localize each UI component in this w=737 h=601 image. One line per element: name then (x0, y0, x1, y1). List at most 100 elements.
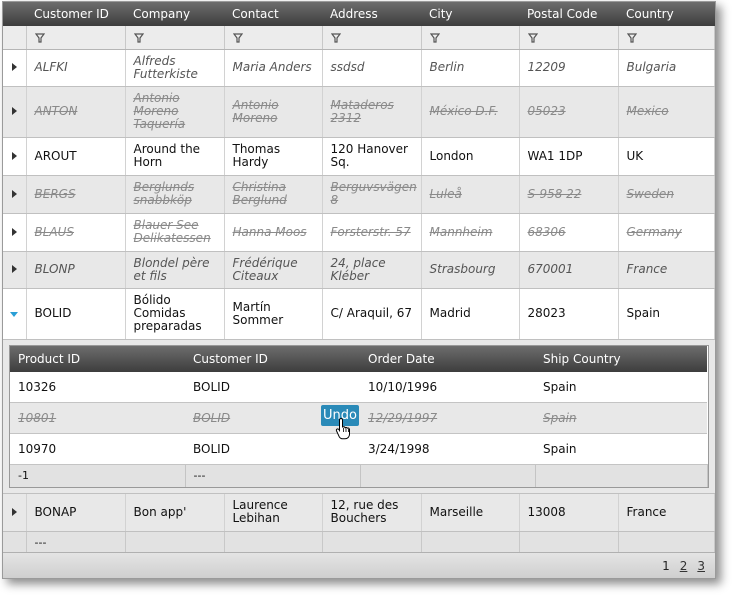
funnel-icon[interactable] (429, 33, 440, 43)
filter-postal-code[interactable] (519, 26, 619, 50)
filter-contact[interactable] (224, 26, 323, 50)
cell-postal-code[interactable]: S-958 22 (519, 175, 619, 214)
cell-city[interactable]: México D.F. (421, 86, 520, 138)
cell-address[interactable]: 120 Hanover Sq. (322, 137, 422, 176)
cell-company[interactable]: Alfreds Futterkiste (125, 49, 225, 87)
funnel-icon[interactable] (232, 33, 243, 43)
header-postal-code[interactable]: Postal Code (519, 2, 618, 26)
funnel-icon[interactable] (527, 33, 538, 43)
cell-country[interactable]: Mexico (618, 86, 715, 138)
cell-country[interactable]: Sweden (618, 175, 715, 214)
header-company[interactable]: Company (125, 2, 224, 26)
cell-city[interactable]: Berlin (421, 49, 520, 87)
cell-postal-code[interactable]: 28023 (519, 288, 619, 340)
cell-country[interactable]: UK (618, 137, 715, 176)
table-row[interactable]: BERGS Berglunds snabbköp Christina Bergl… (3, 175, 715, 214)
detail-table-row[interactable]: 10970 BOLID 3/24/1998 Spain (10, 433, 707, 465)
cell-ship-country[interactable]: Spain (535, 433, 707, 465)
cell-city[interactable]: Marseille (421, 493, 520, 532)
cell-address[interactable]: ssdsd (322, 49, 422, 87)
cell-company[interactable]: Antonio Moreno Taquería (125, 86, 225, 138)
funnel-icon[interactable] (626, 33, 637, 43)
cell-contact[interactable]: Martín Sommer (224, 288, 323, 340)
filter-customer-id[interactable] (26, 26, 126, 50)
table-row[interactable]: AROUT Around the Horn Thomas Hardy 120 H… (3, 137, 715, 176)
filter-address[interactable] (322, 26, 422, 50)
cell-country[interactable]: Bulgaria (618, 49, 715, 87)
cell-contact[interactable]: Hanna Moos (224, 213, 323, 252)
expand-toggle[interactable] (3, 49, 27, 87)
expand-toggle[interactable] (3, 86, 27, 138)
cell-customer-id[interactable]: BOLID (26, 288, 126, 340)
cell-company[interactable]: Berglunds snabbköp (125, 175, 225, 214)
cell-order-date[interactable]: 10/10/1996 (360, 371, 535, 403)
cell-order-date[interactable]: 12/29/1997 (360, 402, 535, 434)
detail-header-customer-id[interactable]: Customer ID (185, 345, 360, 372)
cell-customer-id[interactable]: BONAP (26, 493, 126, 532)
cell-address[interactable]: 24, place Kléber (322, 251, 422, 289)
detail-header-ship-country[interactable]: Ship Country (535, 345, 707, 372)
cell-contact[interactable]: Christina Berglund (224, 175, 323, 214)
cell-address[interactable]: Berguvsvägen 8 (322, 175, 422, 214)
pager-page-link[interactable]: 2 (680, 559, 688, 573)
cell-postal-code[interactable]: 13008 (519, 493, 619, 532)
table-row[interactable]: BONAP Bon app' Laurence Lebihan 12, rue … (3, 493, 715, 532)
cell-contact[interactable]: Laurence Lebihan (224, 493, 323, 532)
cell-city[interactable]: London (421, 137, 520, 176)
cell-company[interactable]: Blauer See Delikatessen (125, 213, 225, 252)
expand-toggle[interactable] (3, 213, 27, 252)
funnel-icon[interactable] (34, 33, 45, 43)
cell-product-id[interactable]: 10326 (10, 371, 185, 403)
cell-ship-country[interactable]: Spain (535, 371, 707, 403)
cell-postal-code[interactable]: 68306 (519, 213, 619, 252)
cell-address[interactable]: 12, rue des Bouchers (322, 493, 422, 532)
cell-address[interactable]: Mataderos 2312 (322, 86, 422, 138)
cell-company[interactable]: Bólido Comidas preparadas (125, 288, 225, 340)
funnel-icon[interactable] (330, 33, 341, 43)
cell-country[interactable]: France (618, 493, 715, 532)
header-customer-id[interactable]: Customer ID (26, 2, 125, 26)
cell-contact[interactable]: Thomas Hardy (224, 137, 323, 176)
cell-country[interactable]: Germany (618, 213, 715, 252)
table-row[interactable]: BLONP Blondel père et fils Frédérique Ci… (3, 251, 715, 289)
detail-header-product-id[interactable]: Product ID (10, 345, 185, 372)
cell-city[interactable]: Madrid (421, 288, 520, 340)
cell-customer-id[interactable]: BLONP (26, 251, 126, 289)
header-address[interactable]: Address (322, 2, 421, 26)
detail-header-order-date[interactable]: Order Date (360, 345, 535, 372)
table-row[interactable]: ANTON Antonio Moreno Taquería Antonio Mo… (3, 86, 715, 138)
cell-customer-id[interactable]: ANTON (26, 86, 126, 138)
header-country[interactable]: Country (618, 2, 715, 26)
cell-order-date[interactable]: 3/24/1998 (360, 433, 535, 465)
cell-postal-code[interactable]: 05023 (519, 86, 619, 138)
cell-company[interactable]: Blondel père et fils (125, 251, 225, 289)
filter-company[interactable] (125, 26, 225, 50)
cell-city[interactable]: Strasbourg (421, 251, 520, 289)
table-row[interactable]: BLAUS Blauer See Delikatessen Hanna Moos… (3, 213, 715, 252)
funnel-icon[interactable] (133, 33, 144, 43)
expand-toggle[interactable] (3, 493, 27, 532)
cell-contact[interactable]: Antonio Moreno (224, 86, 323, 138)
table-row[interactable]: BOLID Bólido Comidas preparadas Martín S… (3, 288, 715, 340)
cell-contact[interactable]: Frédérique Citeaux (224, 251, 323, 289)
cell-address[interactable]: Forsterstr. 57 (322, 213, 422, 252)
cell-postal-code[interactable]: 12209 (519, 49, 619, 87)
detail-table-row[interactable]: 10326 BOLID 10/10/1996 Spain (10, 371, 707, 403)
cell-customer-id[interactable]: BERGS (26, 175, 126, 214)
cell-customer-id[interactable]: BOLID (185, 371, 360, 403)
cell-address[interactable]: C/ Araquil, 67 (322, 288, 422, 340)
cell-country[interactable]: Spain (618, 288, 715, 340)
table-row[interactable]: ALFKI Alfreds Futterkiste Maria Anders s… (3, 49, 715, 87)
cell-city[interactable]: Luleå (421, 175, 520, 214)
cell-customer-id[interactable]: BLAUS (26, 213, 126, 252)
cell-company[interactable]: Around the Horn (125, 137, 225, 176)
cell-product-id[interactable]: 10970 (10, 433, 185, 465)
expand-toggle[interactable] (3, 137, 27, 176)
cell-product-id[interactable]: 10801 (10, 402, 185, 434)
filter-country[interactable] (618, 26, 715, 50)
header-city[interactable]: City (421, 2, 519, 26)
cell-country[interactable]: France (618, 251, 715, 289)
cell-city[interactable]: Mannheim (421, 213, 520, 252)
cell-customer-id[interactable]: AROUT (26, 137, 126, 176)
cell-ship-country[interactable]: Spain (535, 402, 707, 434)
